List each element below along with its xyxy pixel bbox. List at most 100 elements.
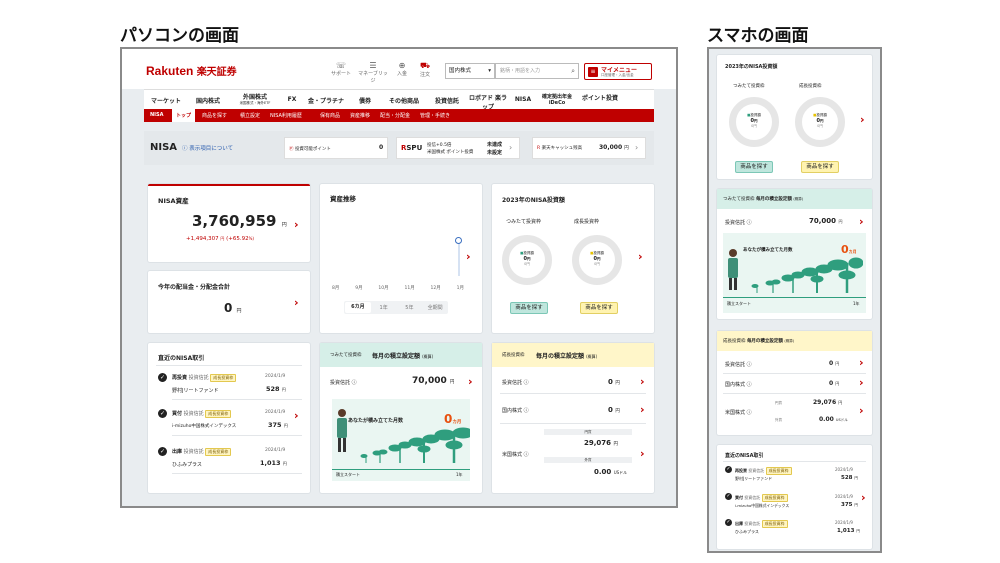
sp-tsumitate-monthly-card[interactable]: つみたて投資枠 毎月の積立設定額 (概算) 投資信託 ⓘ 70,000 円 › …: [717, 189, 872, 319]
sp-trade-date: 2024/1/9: [835, 494, 853, 499]
months-text: あなたが積み立てた月数: [348, 418, 404, 424]
chevron-down-icon: ▾: [488, 68, 491, 74]
assets-change: +1,494,307 円 (+65.92%): [186, 236, 254, 242]
header: Rakuten 楽天証券 ☏ サポート ☰ マネーブリッジ ⊕ 入金 ⛟ 注文 …: [122, 49, 676, 89]
subnav-nisa[interactable]: NISA: [150, 112, 164, 118]
deposit-button[interactable]: ⊕ 入金: [392, 61, 412, 77]
mymenu-button[interactable]: ≡ マイメニュー 口座管理・入金/出金: [584, 63, 652, 80]
divider: [172, 473, 302, 474]
spu-line2: 米国株式 ポイント投資: [427, 150, 474, 155]
seicho-monthly-card[interactable]: 成長投資枠 毎月の積立設定額 (概算) 投資信託 ⓘ 0 円 › 国内株式 ⓘ …: [492, 343, 654, 493]
subnav-history[interactable]: NISA利用履歴: [270, 112, 302, 119]
nav-points[interactable]: ポイント投資: [580, 93, 620, 102]
chevron-right-icon: ›: [294, 218, 299, 231]
sp-seicho-ring-label: ■投資額 0円 0円: [813, 113, 827, 128]
nisa-assets-card[interactable]: NISA資産 3,760,959 円 +1,494,307 円 (+65.92%…: [148, 184, 310, 262]
chevron-right-icon: ›: [635, 143, 639, 152]
yen-label: 円貨: [544, 429, 632, 435]
nav-other[interactable]: その他商品: [382, 96, 426, 105]
person-leg: [338, 438, 341, 452]
divider: [723, 373, 866, 374]
nav-foreign-stock[interactable]: 外国株式 米国株式・海外ETF: [232, 92, 278, 106]
fund-value: 70,000 円: [412, 376, 455, 386]
recent-trades-card[interactable]: 直近のNISA取引 ✓ 再投資 投資信託 成長投資枠 2024/1/9 野村Jリ…: [148, 343, 310, 493]
cash-label: R 楽天キャッシュ残高: [537, 146, 583, 151]
sp-trade-row-1: 再投資 投資信託 成長投資枠: [735, 467, 792, 475]
nav-fund[interactable]: 投資信託: [430, 96, 464, 105]
nisa-subnav: NISA トップ 商品を探す 積立設定 NISA利用履歴 保有商品 資産推移 配…: [144, 109, 654, 122]
nav-fx[interactable]: FX: [284, 96, 300, 103]
nav-bonds[interactable]: 債券: [352, 96, 378, 105]
sp-tsumitate-ring-label: ■投資額 0円 0円: [747, 113, 761, 128]
subnav-dividends[interactable]: 配当・分配金: [380, 112, 410, 119]
spu-status2: 未設定: [487, 150, 503, 156]
check-icon: ✓: [158, 373, 167, 382]
x-tick: 1月: [456, 286, 464, 291]
seicho-jp-row: 国内株式 ⓘ: [502, 408, 529, 414]
find-tsumitate-button[interactable]: 商品を探す: [510, 302, 548, 314]
subnav-top[interactable]: トップ: [172, 109, 196, 122]
tab-5y[interactable]: 5年: [397, 304, 423, 311]
sp-months-value: 0カ月: [841, 243, 857, 256]
nav-domestic-stock[interactable]: 国内株式: [190, 96, 226, 105]
asset-trend-card[interactable]: 資産推移 8月 9月 10月 11月 12月 1月 6カ月 1年 5年 全期間 …: [320, 184, 482, 333]
money-bridge-button[interactable]: ☰ マネーブリッジ: [356, 61, 390, 84]
seicho-us-row: 米国株式 ⓘ: [502, 452, 529, 458]
order-button[interactable]: ⛟ 注文: [415, 61, 435, 78]
sp-invest-title: 2023年のNISA投資額: [725, 64, 778, 70]
pc-screen: Rakuten 楽天証券 ☏ サポート ☰ マネーブリッジ ⊕ 入金 ⛟ 注文 …: [120, 47, 678, 508]
search-input[interactable]: 銘柄・用語を入力 ⌕: [495, 63, 579, 79]
nav-gold[interactable]: 金・プラチナ: [304, 96, 348, 105]
check-icon: ✓: [158, 447, 167, 456]
tab-1y[interactable]: 1年: [371, 304, 397, 311]
sp-invest-2023-card[interactable]: 2023年のNISA投資額 つみたて投資枠 成長投資枠 ■投資額 0円 0円 ■…: [717, 55, 872, 179]
display-link[interactable]: ⓘ 表示項目について: [182, 144, 233, 152]
points-card[interactable]: Ⓟ 投資可能ポイント 0: [284, 137, 388, 159]
tab-all[interactable]: 全期間: [422, 304, 448, 311]
start-label: 積立スタート: [336, 472, 360, 477]
support-icon: ☏: [335, 61, 346, 70]
nisa-bar: NISA ⓘ 表示項目について Ⓟ 投資可能ポイント 0 RSPU 投信+0.5…: [144, 131, 654, 165]
subnav-holdings[interactable]: 保有商品: [320, 112, 340, 119]
nav-nisa[interactable]: NISA: [512, 96, 534, 103]
logo[interactable]: Rakuten 楽天証券: [146, 63, 237, 78]
seicho-fund-row: 投資信託 ⓘ: [502, 380, 529, 386]
subnav-search[interactable]: 商品を探す: [202, 112, 227, 119]
tsumitate-monthly-card[interactable]: つみたて投資枠 毎月の積立設定額 (概算) 投資信託 ⓘ 70,000 円 › …: [320, 343, 482, 493]
assets-title: NISA資産: [158, 197, 189, 205]
nav-ideco[interactable]: 確定拠出年金 iDeCo: [538, 93, 576, 106]
cash-card[interactable]: R 楽天キャッシュ残高 30,000 円 ›: [532, 137, 646, 159]
nav-market[interactable]: マーケット: [148, 96, 184, 105]
sp-trade-name: i-mizuho中国株式インデックス: [735, 503, 790, 508]
sp-tsumitate-header: つみたて投資枠 毎月の積立設定額 (概算): [717, 189, 872, 209]
divider: [156, 365, 302, 366]
spu-card[interactable]: RSPU 投信+0.5倍 米国株式 ポイント投資 未達成 未設定 ›: [396, 137, 520, 159]
trade-amount: 375 円: [268, 421, 288, 429]
divider: [723, 393, 866, 394]
divider: [172, 399, 302, 400]
find-seicho-button[interactable]: 商品を探す: [580, 302, 618, 314]
sp-recent-trades-card[interactable]: 直近のNISA取引 ✓ 再投資 投資信託 成長投資枠 2024/1/9 野村Jリ…: [717, 445, 872, 549]
sp-fund-value: 70,000 円: [809, 217, 843, 225]
sp-trade-row-3: 出庫 投資信託 成長投資枠: [735, 520, 788, 528]
invest-2023-card[interactable]: 2023年のNISA投資額 つみたて投資枠 成長投資枠 ■投資額 0円 0円 ■…: [492, 184, 654, 333]
market-select[interactable]: 国内株式 ▾: [445, 63, 495, 79]
sp-seicho-fund-row: 投資信託 ⓘ: [725, 362, 752, 368]
subnav-settings[interactable]: 積立設定: [240, 112, 260, 119]
nisa-title: NISA: [150, 142, 178, 153]
tab-6m[interactable]: 6カ月: [345, 302, 371, 313]
chart-x-axis: 8月 9月 10月 11月 12月 1月: [332, 285, 464, 291]
sp-find-seicho-button[interactable]: 商品を探す: [801, 161, 839, 173]
sp-seicho-fund-value: 0 円: [829, 360, 840, 367]
support-button[interactable]: ☏ サポート: [330, 61, 352, 77]
sp-find-tsumitate-button[interactable]: 商品を探す: [735, 161, 773, 173]
chart-title: 資産推移: [330, 195, 356, 203]
divider: [500, 393, 646, 394]
menu-icon: ≡: [588, 67, 598, 77]
subnav-procedures[interactable]: 管理・手続き: [420, 112, 450, 119]
dividends-card[interactable]: 今年の配当金・分配金合計 0 円 ›: [148, 271, 310, 333]
chart-point: [455, 237, 462, 244]
deposit-icon: ⊕: [398, 61, 406, 70]
subnav-trend[interactable]: 資産推移: [350, 112, 370, 119]
sp-seicho-monthly-card[interactable]: 成長投資枠 毎月の積立設定額 (概算) 投資信託 ⓘ 0 円 › 国内株式 ⓘ …: [717, 331, 872, 435]
